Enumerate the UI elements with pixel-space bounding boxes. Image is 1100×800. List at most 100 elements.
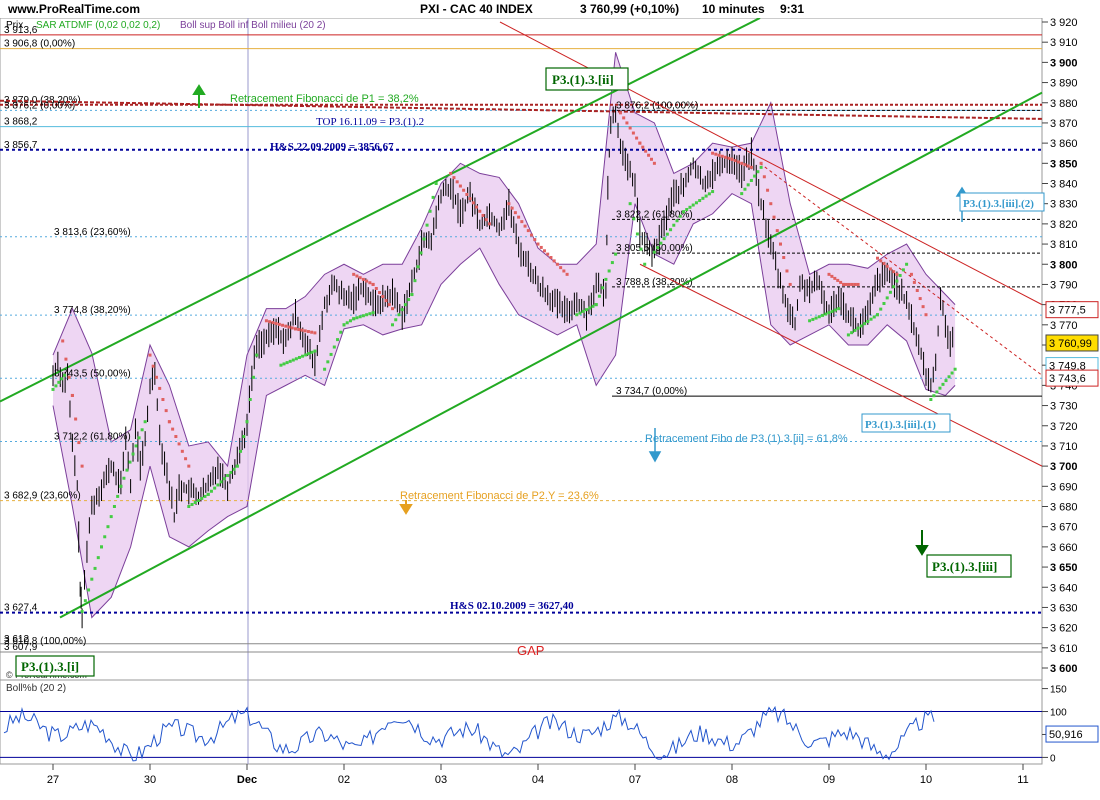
sar-up-dot xyxy=(106,525,110,529)
sar-up-dot xyxy=(313,349,317,353)
x-tick-label: 02 xyxy=(338,774,350,786)
y-tick-label: 3 700 xyxy=(1050,461,1078,473)
sar-up-dot xyxy=(245,420,249,424)
sar-up-dot xyxy=(707,192,711,196)
sar-down-dot xyxy=(274,321,278,325)
sar-up-dot xyxy=(607,269,611,273)
osc-tick-label: 0 xyxy=(1050,753,1056,764)
sar-down-dot xyxy=(552,259,556,263)
sar-down-dot xyxy=(836,278,840,282)
sar-up-dot xyxy=(355,316,359,320)
sar-down-dot xyxy=(352,272,356,276)
sar-up-dot xyxy=(103,535,107,539)
sar-up-dot xyxy=(704,194,708,198)
sar-down-dot xyxy=(484,218,488,222)
sar-up-dot xyxy=(419,251,423,255)
sar-down-dot xyxy=(517,215,521,219)
sar-down-dot xyxy=(628,126,632,130)
sar-down-dot xyxy=(287,325,291,329)
sar-down-dot xyxy=(635,136,639,140)
sar-down-dot xyxy=(61,339,65,343)
sar-up-dot xyxy=(588,306,592,310)
price-badges: 3 777,53 760,993 749,83 743,6 xyxy=(1045,301,1099,387)
sar-up-dot xyxy=(137,436,141,440)
sar-up-dot xyxy=(581,309,585,313)
sar-up-dot xyxy=(93,566,97,570)
sar-down-dot xyxy=(746,164,750,168)
sar-up-dot xyxy=(279,363,283,367)
sar-down-dot xyxy=(918,297,922,301)
level-label: 3 607,9 xyxy=(4,642,38,653)
sar-down-dot xyxy=(631,131,635,135)
x-tick-label: 09 xyxy=(823,774,835,786)
sar-up-dot xyxy=(51,387,55,391)
sar-down-dot xyxy=(171,427,175,431)
sar-up-dot xyxy=(434,182,438,185)
sar-up-dot xyxy=(740,192,744,196)
sar-down-dot xyxy=(281,323,285,327)
sar-up-dot xyxy=(391,323,394,327)
fib-p1-label: Retracement Fibonacci de P1 = 38,2% xyxy=(230,93,419,105)
sar-down-dot xyxy=(717,153,721,157)
sar-up-dot xyxy=(947,375,951,379)
fib-right-label: 3 876,2 (100,00%) xyxy=(616,100,698,111)
sar-up-dot xyxy=(60,377,64,381)
sar-up-dot xyxy=(597,294,601,298)
sar-down-dot xyxy=(64,357,68,361)
hs2-label: H&S 02.10.2009 = 3627,40 xyxy=(450,600,574,612)
sar-up-dot xyxy=(941,382,945,386)
price-badge-label: 3 743,6 xyxy=(1049,373,1086,385)
sar-up-dot xyxy=(310,350,314,354)
sar-up-dot xyxy=(701,196,705,200)
sar-up-dot xyxy=(200,496,204,500)
sar-down-dot xyxy=(384,299,388,303)
sar-up-dot xyxy=(425,223,429,227)
sar-up-dot xyxy=(669,228,673,232)
sar-up-dot xyxy=(239,449,243,453)
sar-up-dot xyxy=(746,183,750,187)
sar-up-dot xyxy=(288,359,292,363)
sar-up-dot xyxy=(242,435,246,439)
y-tick-label: 3 630 xyxy=(1050,602,1078,614)
sar-up-dot xyxy=(685,208,689,212)
sar-up-dot xyxy=(57,380,61,384)
sar-up-dot xyxy=(209,489,213,493)
sar-up-dot xyxy=(54,384,58,388)
sar-down-dot xyxy=(536,242,540,246)
sar-down-dot xyxy=(368,281,372,285)
sar-down-dot xyxy=(277,322,281,326)
sar-down-dot xyxy=(77,441,81,445)
sar-down-dot xyxy=(711,151,715,155)
sar-down-dot xyxy=(271,321,275,325)
sar-down-dot xyxy=(644,149,648,153)
sar-up-dot xyxy=(255,353,259,357)
sar-up-dot xyxy=(628,202,632,206)
sar-up-dot xyxy=(116,494,120,498)
sar-up-dot xyxy=(226,474,230,478)
site-label[interactable]: www.ProRealTime.com xyxy=(8,2,140,16)
y-tick-label: 3 660 xyxy=(1050,542,1078,554)
sar-down-dot xyxy=(180,449,184,453)
sar-up-dot xyxy=(901,268,905,272)
y-tick-label: 3 720 xyxy=(1050,421,1078,433)
sar-up-dot xyxy=(672,223,676,227)
sar-down-dot xyxy=(481,213,485,217)
sar-down-dot xyxy=(762,175,766,179)
sar-down-dot xyxy=(539,245,543,249)
price-chart[interactable]: 3 913,63 906,8 (0,00%)3 879,0 (38,20%)3 … xyxy=(0,18,1100,800)
sar-down-dot xyxy=(526,229,530,233)
sar-down-dot xyxy=(649,157,653,161)
sar-down-dot xyxy=(306,330,310,334)
sar-up-dot xyxy=(332,345,336,349)
sar-down-dot xyxy=(844,282,848,286)
sar-down-dot xyxy=(882,262,886,266)
sar-up-dot xyxy=(187,505,191,508)
sar-up-dot xyxy=(216,483,220,487)
sar-up-dot xyxy=(711,190,715,194)
sar-up-dot xyxy=(83,599,87,603)
sar-down-dot xyxy=(174,435,178,439)
sar-up-dot xyxy=(323,367,327,371)
sar-up-dot xyxy=(219,480,223,484)
sar-down-dot xyxy=(749,165,753,169)
sar-down-dot xyxy=(458,184,462,188)
